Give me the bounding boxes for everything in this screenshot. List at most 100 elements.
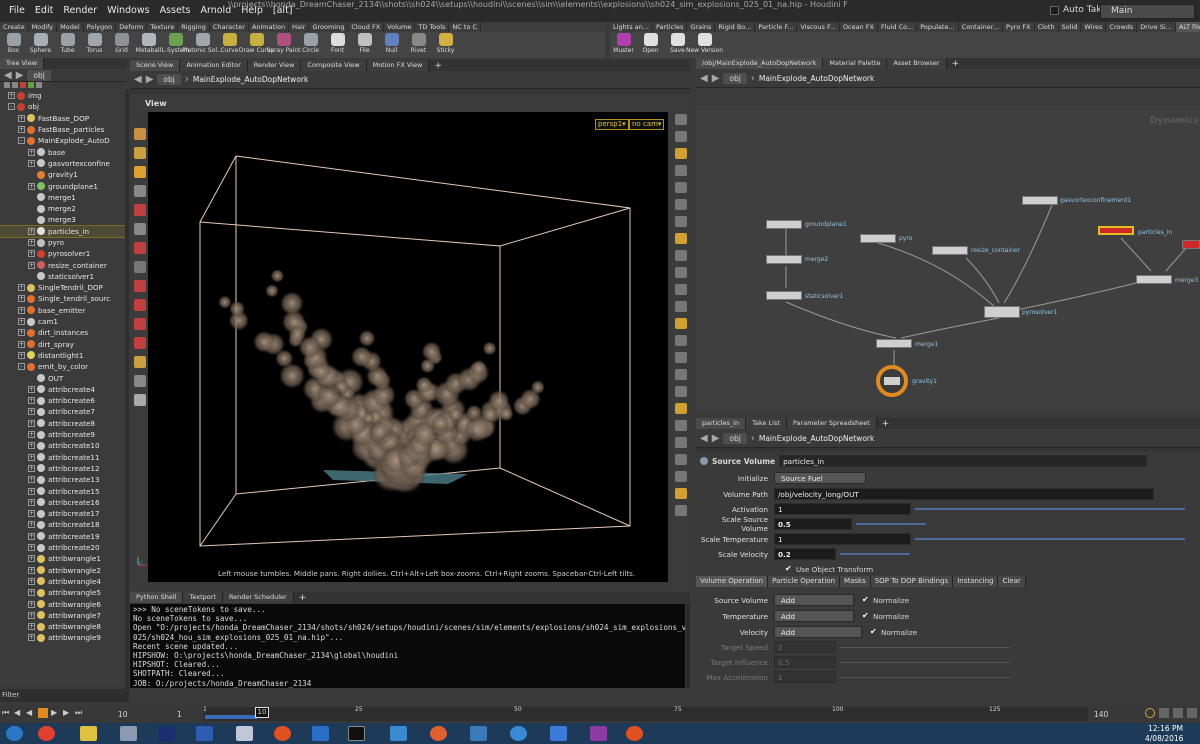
param-path-obj[interactable]: obj <box>723 432 747 444</box>
first-frame-icon[interactable]: ⏮ <box>2 708 11 718</box>
expand-toggle-icon[interactable]: - <box>8 103 15 111</box>
display-option-icon[interactable] <box>675 437 687 448</box>
tree-item[interactable]: + attribwrangle4 <box>0 576 125 587</box>
display-option-icon[interactable] <box>675 284 687 295</box>
forward-arrow-icon[interactable]: ▶ <box>712 433 720 444</box>
back-arrow-icon[interactable]: ◀ <box>134 74 142 85</box>
expand-toggle-icon[interactable]: + <box>18 340 25 348</box>
play-icon[interactable]: ▶ <box>51 708 60 718</box>
current-frame-field[interactable]: 10 <box>118 710 128 719</box>
display-option-icon[interactable] <box>675 369 687 380</box>
shelf-tool-platonic-sol-[interactable]: Platonic Sol... <box>182 32 223 58</box>
expand-toggle-icon[interactable]: + <box>28 261 35 269</box>
viewer-path-network[interactable]: MainExplode_AutoDopNetwork <box>193 75 309 84</box>
network-add-tab-icon[interactable]: + <box>947 59 965 69</box>
expand-toggle-icon[interactable]: + <box>28 397 35 405</box>
expand-toggle-icon[interactable]: + <box>28 385 35 393</box>
tree-item[interactable]: + pyro <box>0 237 125 248</box>
node-particles-in[interactable] <box>1098 226 1134 235</box>
command-prompt-icon[interactable] <box>348 726 365 741</box>
expand-toggle-icon[interactable]: + <box>28 623 35 631</box>
expand-toggle-icon[interactable]: + <box>28 510 35 518</box>
step-back-icon[interactable]: ◀ <box>14 708 23 718</box>
expand-toggle-icon[interactable]: + <box>28 464 35 472</box>
menu-assets[interactable]: Assets <box>155 0 196 22</box>
tree-item[interactable]: + pyrosolver1 <box>0 248 125 259</box>
initialize-select[interactable]: Source Fuel <box>774 472 866 484</box>
normalize-checkbox[interactable]: ✔ <box>870 628 878 636</box>
shelf-tool-tube[interactable]: Tube <box>55 32 80 58</box>
tree-item[interactable]: + attribwrangle2 <box>0 564 125 575</box>
shell-add-tab-icon[interactable]: + <box>294 593 312 603</box>
tree-item[interactable]: + dirt_instances <box>0 327 125 338</box>
tree-item[interactable]: + FastBase_particles <box>0 124 125 135</box>
viewer-tool-icon[interactable] <box>134 356 146 368</box>
back-arrow-icon[interactable]: ◀ <box>4 70 12 81</box>
houdini-icon[interactable] <box>274 726 291 741</box>
normalize-checkbox[interactable]: ✔ <box>862 612 870 620</box>
stop-icon[interactable] <box>38 708 48 718</box>
tree-item[interactable]: + attribcreate10 <box>0 440 125 451</box>
viewer-tool-icon[interactable] <box>134 337 146 349</box>
scale-velocity-field[interactable]: 0.2 <box>774 548 836 560</box>
step-forward-icon[interactable]: ▶ <box>63 708 72 718</box>
shelf-tab[interactable]: Modify <box>29 22 58 32</box>
display-option-icon[interactable] <box>675 454 687 465</box>
shelf-tab[interactable]: Pyro FX <box>1003 22 1035 32</box>
shelf-tab[interactable]: Cloud FX <box>348 22 385 32</box>
expand-toggle-icon[interactable]: + <box>28 148 35 156</box>
shelf-tool-draw-curve[interactable]: Draw Curve <box>239 32 274 58</box>
scale-temperature-slider[interactable] <box>915 538 1185 540</box>
tree-item[interactable]: + attribwrangle5 <box>0 587 125 598</box>
shelf-tab[interactable]: Populate... <box>917 22 959 32</box>
expand-toggle-icon[interactable]: - <box>18 363 25 371</box>
shelf-tool-spray-paint[interactable]: Spray Paint <box>266 32 301 58</box>
viewer-tool-icon[interactable] <box>134 318 146 330</box>
shelf-tool-file[interactable]: File <box>352 32 377 58</box>
app-icon[interactable] <box>390 726 407 741</box>
expand-toggle-icon[interactable]: + <box>28 634 35 642</box>
shelf-tool-grid[interactable]: Grid <box>109 32 134 58</box>
tree-item[interactable]: + base <box>0 146 125 157</box>
display-option-icon[interactable] <box>675 165 687 176</box>
tree-tool-icon[interactable] <box>28 82 34 88</box>
network-icon[interactable] <box>120 726 137 741</box>
expand-toggle-icon[interactable]: + <box>28 600 35 608</box>
expand-toggle-icon[interactable]: + <box>28 566 35 574</box>
expand-toggle-icon[interactable]: + <box>28 589 35 597</box>
shelf-tab[interactable]: ALT file <box>1175 22 1200 32</box>
tree-item[interactable]: + attribwrangle7 <box>0 610 125 621</box>
tree-item[interactable]: + particles_in <box>0 224 125 238</box>
viewer-tab[interactable]: Motion FX View <box>366 60 430 71</box>
expand-toggle-icon[interactable]: + <box>28 521 35 529</box>
tree-tool-icon[interactable] <box>36 82 42 88</box>
display-option-icon[interactable] <box>675 250 687 261</box>
key-icon[interactable] <box>1173 708 1183 718</box>
tree-item[interactable]: + attribwrangle1 <box>0 553 125 564</box>
tree-item[interactable]: + attribcreate7 <box>0 406 125 417</box>
shelf-tool-circle[interactable]: Circle <box>298 32 323 58</box>
tree-item[interactable]: + attribcreate6 <box>0 395 125 406</box>
activation-slider[interactable] <box>915 508 1185 510</box>
tree-item[interactable]: + base_emitter <box>0 305 125 316</box>
tree-item[interactable]: + attribcreate13 <box>0 474 125 485</box>
param-tab[interactable]: particles_in <box>696 418 747 429</box>
param-path-network[interactable]: MainExplode_AutoDopNetwork <box>759 434 875 443</box>
viewer-tab[interactable]: Scene View <box>130 60 181 71</box>
param-subtab[interactable]: Instancing <box>953 576 999 587</box>
frame-marker[interactable]: 10 <box>255 707 269 718</box>
tree-item[interactable]: + attribcreate18 <box>0 519 125 530</box>
node-merge2[interactable] <box>766 255 802 264</box>
shelf-tab[interactable]: Particles <box>653 22 688 32</box>
viewer-tool-icon[interactable] <box>134 204 146 216</box>
app-icon[interactable] <box>236 726 253 741</box>
shell-tab[interactable]: Python Shell <box>130 592 184 603</box>
viewer-tool-icon[interactable] <box>134 375 146 387</box>
tree-item[interactable]: - emit_by_color <box>0 361 125 372</box>
display-option-icon[interactable] <box>675 505 687 516</box>
auto-takes-checkbox[interactable] <box>1050 5 1059 15</box>
node-gravity1[interactable] <box>876 365 908 397</box>
tab-tree-view[interactable]: Tree View <box>0 58 45 69</box>
display-option-icon[interactable] <box>675 216 687 227</box>
param-subtab[interactable]: Masks <box>840 576 871 587</box>
